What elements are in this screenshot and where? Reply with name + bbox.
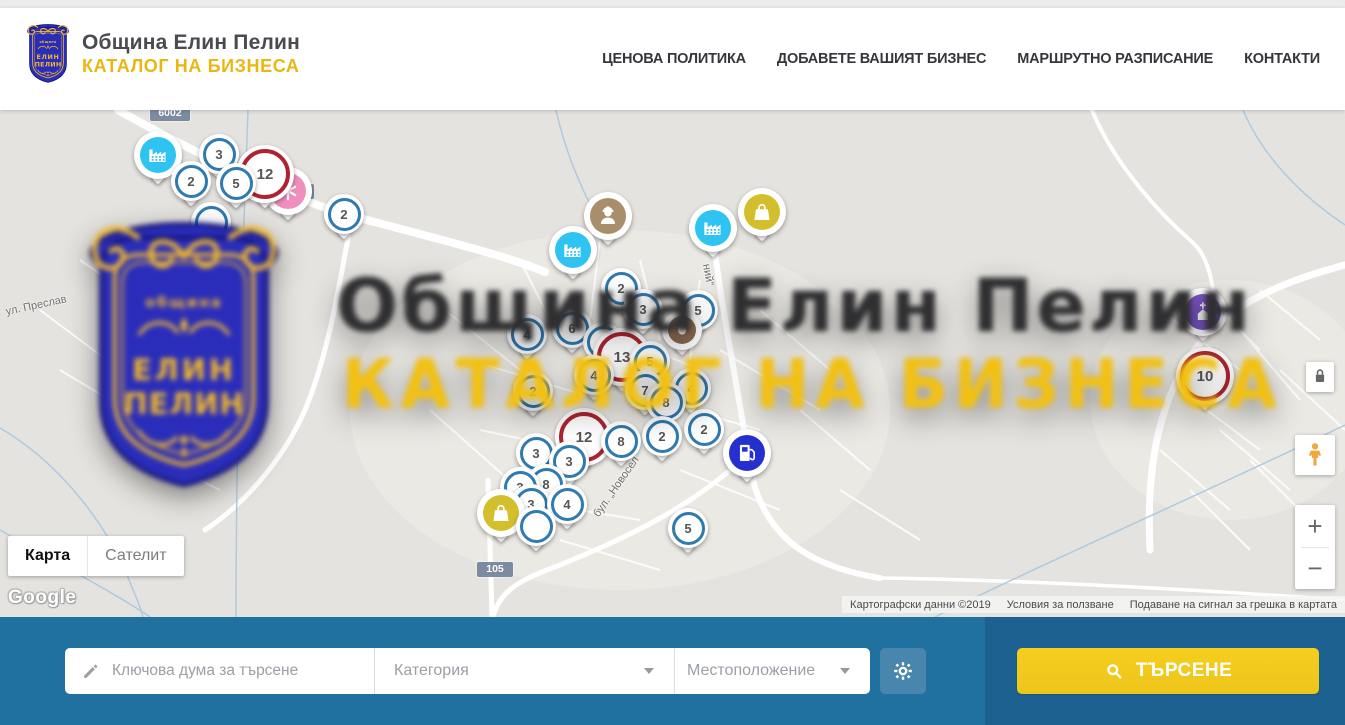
page: Община Елин Пелин КАТАЛОГ НА БИЗНЕСА ЦЕН… — [0, 0, 1345, 725]
pegman-icon — [1301, 441, 1329, 469]
cluster-count: 8 — [650, 386, 683, 419]
zoom-control: + − — [1295, 505, 1335, 589]
cluster-count: 2 — [517, 375, 550, 408]
map-marker-factory-icon[interactable] — [689, 204, 737, 252]
map-cluster-marker[interactable]: 2 — [513, 371, 553, 411]
pencil-icon — [81, 662, 100, 681]
map-marker-factory-icon[interactable] — [549, 226, 597, 274]
bag-icon — [744, 194, 780, 230]
map-cluster-marker[interactable]: 4 — [507, 314, 547, 354]
site-subtitle: КАТАЛОГ НА БИЗНЕСА — [82, 56, 300, 77]
search-button[interactable]: ТЪРСЕНЕ — [1017, 648, 1319, 694]
map-cluster-marker[interactable] — [191, 202, 231, 242]
search-pill: Категория Местоположение — [65, 648, 870, 694]
fuel-icon — [729, 435, 765, 471]
keyword-section — [65, 648, 374, 694]
map-type-control: Карта Сателит — [8, 536, 184, 576]
search-icon — [1104, 661, 1124, 681]
lock-icon — [1309, 365, 1331, 387]
nav-contacts[interactable]: КОНТАКТИ — [1244, 51, 1320, 67]
site-header: Община Елин Пелин КАТАЛОГ НА БИЗНЕСА ЦЕН… — [0, 8, 1345, 110]
map-cluster-marker[interactable]: 5 — [216, 163, 256, 203]
cluster-count: 2 — [688, 413, 721, 446]
cluster-count: 5 — [220, 167, 253, 200]
factory-icon — [555, 232, 591, 268]
attribution-copyright: Картографски данни ©2019 — [850, 599, 991, 611]
map-type-satellite-button[interactable]: Сателит — [87, 536, 183, 576]
map-lock-button[interactable] — [1306, 362, 1334, 392]
factory-icon — [695, 210, 731, 246]
map-cluster-marker[interactable]: 4 — [574, 355, 614, 395]
map-cluster-marker[interactable]: 2 — [684, 409, 724, 449]
map-cluster-marker[interactable]: 2 — [171, 161, 211, 201]
chevron-down-icon — [644, 668, 654, 674]
category-label: Категория — [394, 662, 469, 680]
attribution-terms-link[interactable]: Условия за ползване — [1007, 599, 1114, 611]
map-marker-church-icon[interactable] — [1179, 288, 1227, 336]
location-label: Местоположение — [687, 662, 815, 680]
map-cluster-marker[interactable]: 2 — [324, 194, 364, 234]
search-panel: Категория Местоположение — [0, 617, 1345, 725]
map-marker-bag-icon[interactable] — [738, 188, 786, 236]
map-marker-fuel-icon[interactable] — [723, 429, 771, 477]
map-cluster-marker[interactable] — [516, 506, 556, 546]
zoom-out-button[interactable]: − — [1295, 548, 1335, 590]
gear-icon — [891, 659, 915, 683]
cluster-count: 3 — [627, 293, 660, 326]
map-type-map-button[interactable]: Карта — [8, 536, 87, 576]
zoom-in-button[interactable]: + — [1295, 505, 1335, 547]
site-brand[interactable]: Община Елин Пелин КАТАЛОГ НА БИЗНЕСА — [24, 22, 300, 86]
cluster-count: 2 — [175, 165, 208, 198]
droplet-icon — [668, 316, 696, 344]
cluster-count: 2 — [646, 420, 679, 453]
search-button-label: ТЪРСЕНЕ — [1136, 660, 1233, 682]
main-nav: ЦЕНОВА ПОЛИТИКА ДОБАВЕТЕ ВАШИЯТ БИЗНЕС М… — [602, 8, 1320, 110]
nav-pricing-policy[interactable]: ЦЕНОВА ПОЛИТИКА — [602, 51, 746, 67]
category-select[interactable]: Категория — [375, 648, 674, 694]
keyword-input[interactable] — [110, 661, 374, 681]
map-cluster-marker[interactable]: 3 — [623, 289, 663, 329]
chevron-down-icon — [840, 668, 850, 674]
map-cluster-marker[interactable]: 8 — [601, 421, 641, 461]
nav-add-your-business[interactable]: ДОБАВЕТЕ ВАШИЯТ БИЗНЕС — [777, 51, 986, 67]
map-canvas[interactable]: 6002105 ул. Преславбул. „Новоселний“ 321… — [0, 110, 1345, 617]
cluster-count: 8 — [605, 425, 638, 458]
settings-button[interactable] — [880, 648, 926, 694]
cluster-count: 4 — [511, 318, 544, 351]
church-icon — [1185, 294, 1221, 330]
nav-route-schedule[interactable]: МАРШРУТНО РАЗПИСАНИЕ — [1017, 51, 1213, 67]
location-select[interactable]: Местоположение — [675, 648, 870, 694]
brand-text: Община Елин Пелин КАТАЛОГ НА БИЗНЕСА — [82, 31, 300, 77]
municipality-logo-icon — [24, 22, 72, 86]
google-logo[interactable]: Google — [8, 587, 76, 609]
site-title: Община Елин Пелин — [82, 31, 300, 55]
bag-icon — [483, 495, 519, 531]
attribution-report-error-link[interactable]: Подаване на сигнал за грешка в картата — [1130, 599, 1337, 611]
cluster-count — [520, 510, 553, 543]
map-cluster-marker[interactable]: 5 — [668, 508, 708, 548]
cluster-count: 5 — [672, 512, 705, 545]
pegman-button[interactable] — [1295, 435, 1335, 475]
cluster-count: 2 — [328, 198, 361, 231]
cluster-count — [195, 206, 228, 239]
map-markers: 3212522356471354247822128338334510 — [0, 110, 1345, 617]
cluster-count: 4 — [578, 359, 611, 392]
map-attribution: Картографски данни ©2019 Условия за полз… — [842, 596, 1345, 613]
top-strip — [0, 0, 1345, 8]
map-cluster-marker[interactable]: 2 — [642, 416, 682, 456]
cluster-count: 10 — [1180, 351, 1230, 401]
map-cluster-marker[interactable]: 10 — [1176, 347, 1234, 405]
